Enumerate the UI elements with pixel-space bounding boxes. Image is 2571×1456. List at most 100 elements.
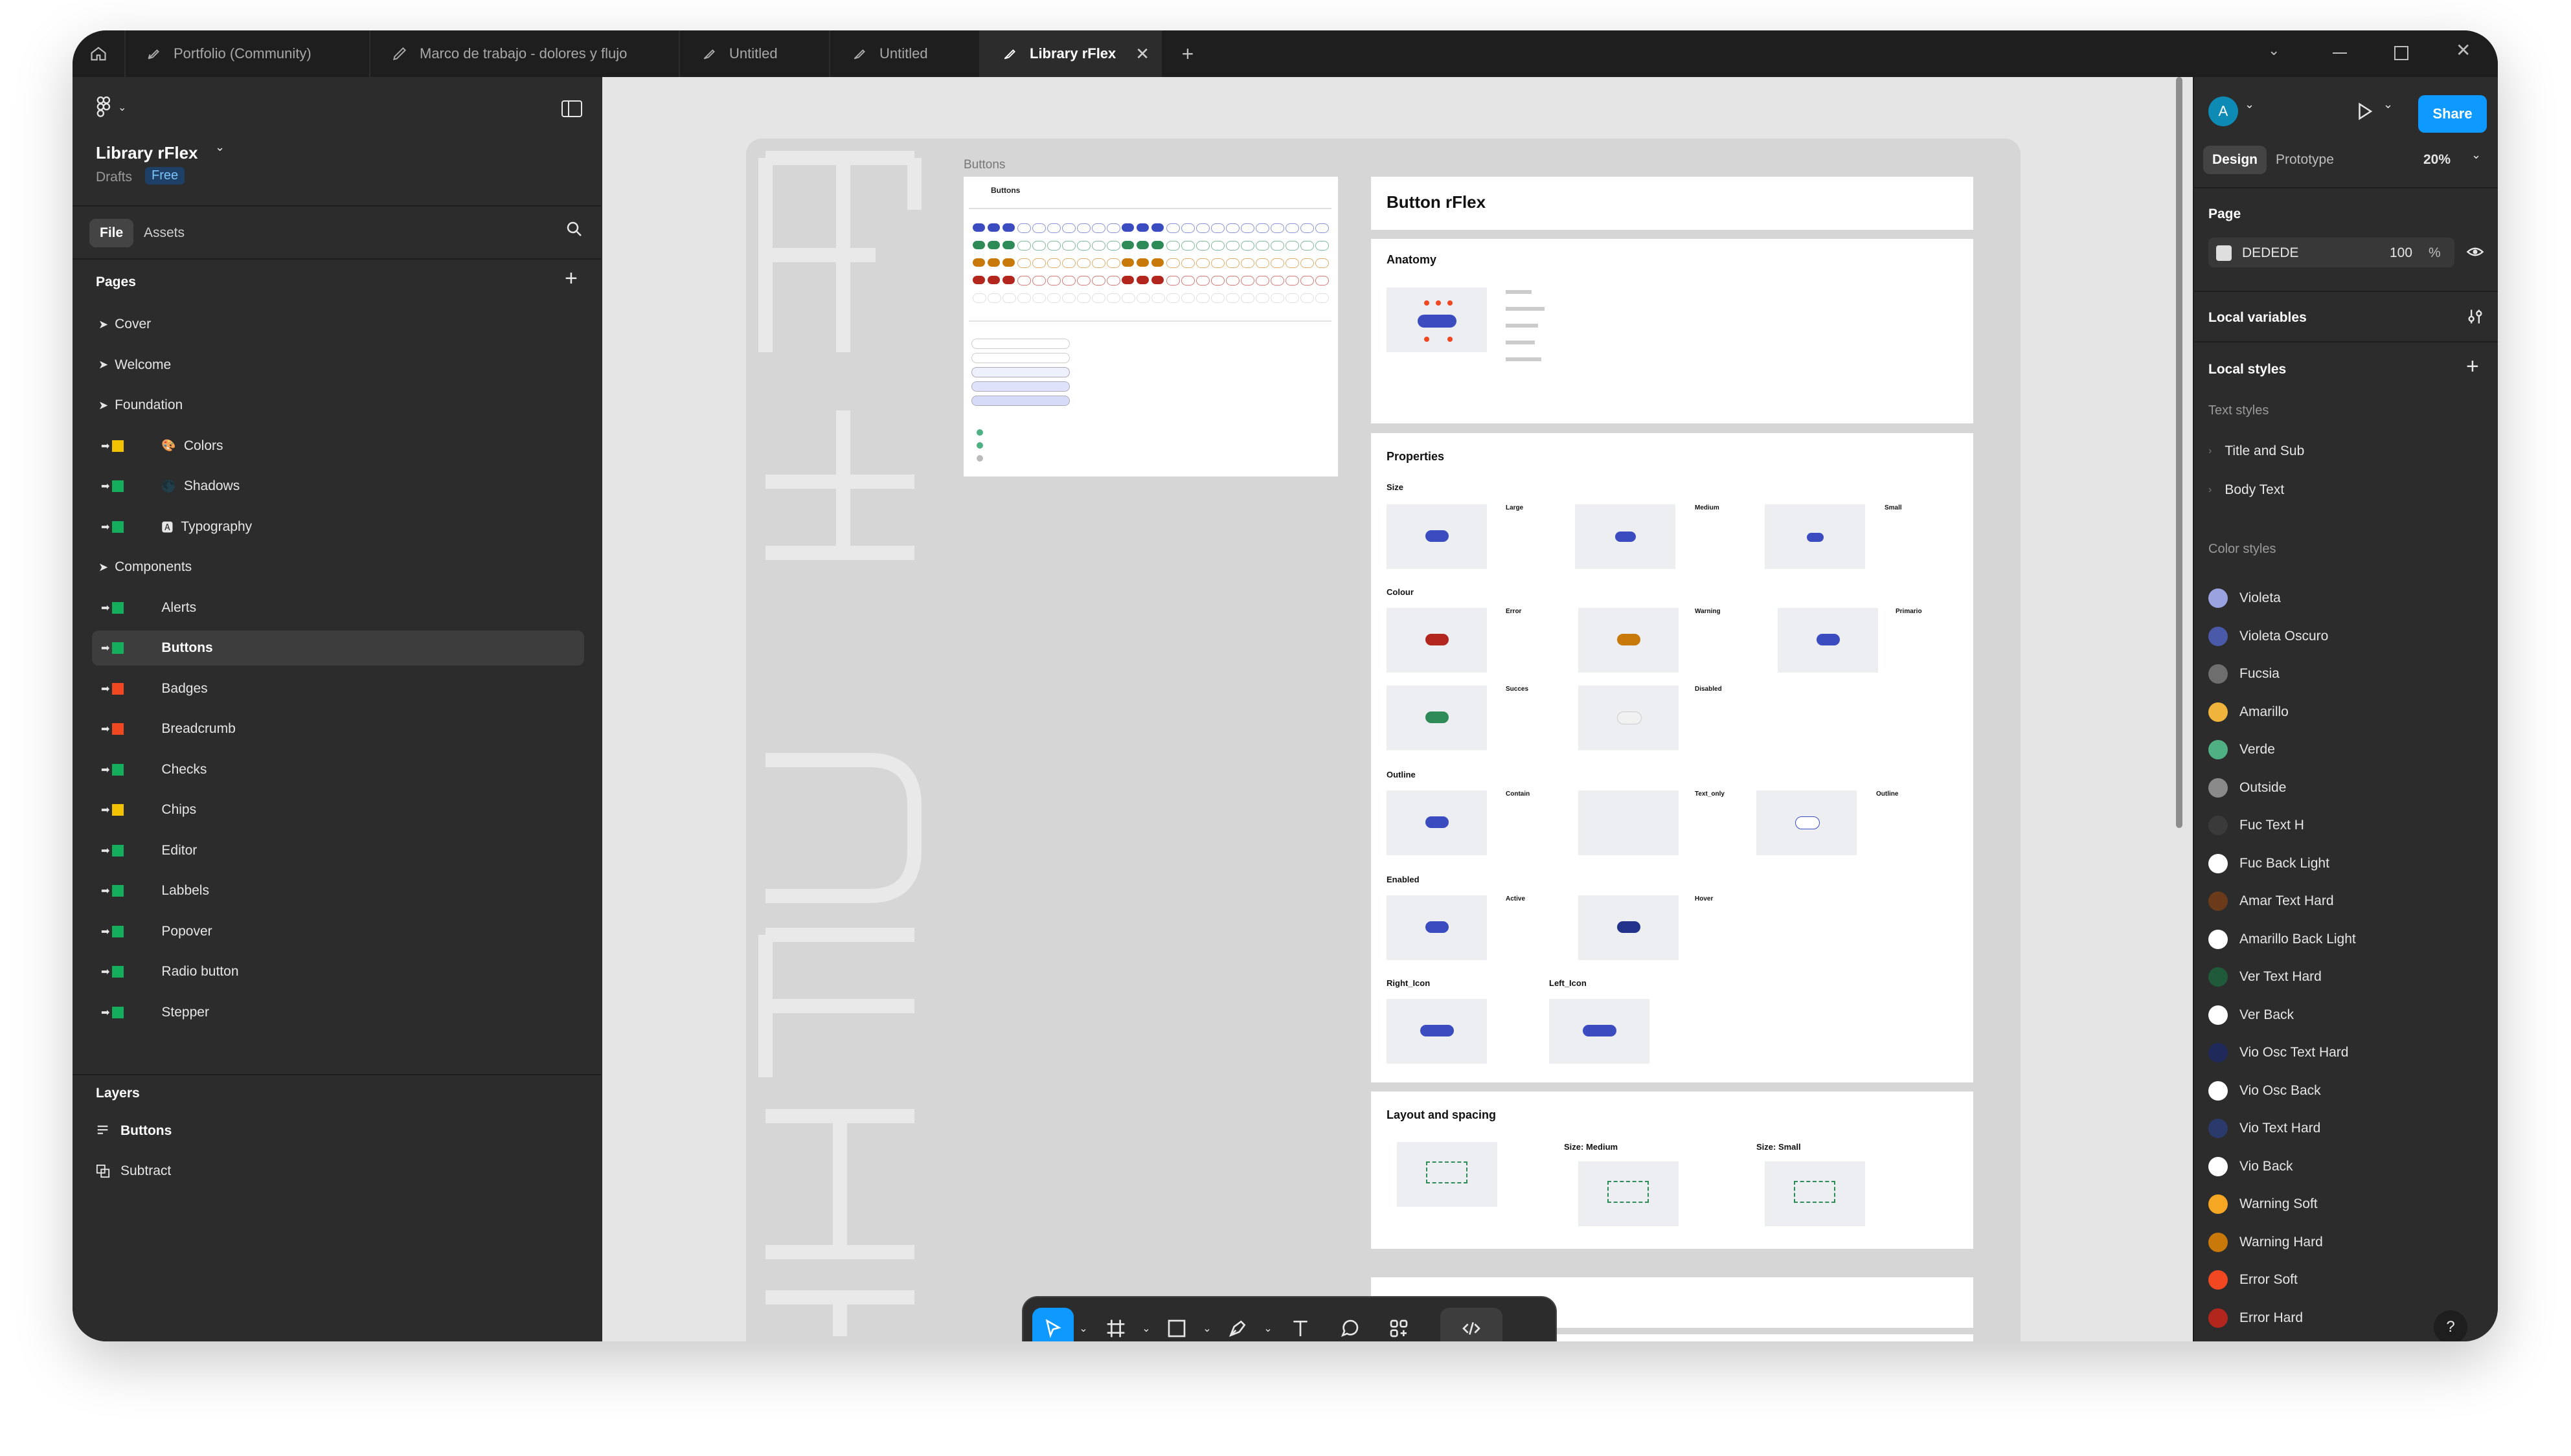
chevron-down-icon[interactable]: ⌄	[1138, 1308, 1154, 1341]
plan-badge[interactable]: Free	[145, 167, 185, 185]
color-style-item[interactable]: Vio Osc Back	[2208, 1076, 2321, 1106]
sidebar-item-chips[interactable]: ➡ Chips	[92, 792, 584, 827]
chevron-down-icon[interactable]: ⌄	[1260, 1308, 1276, 1341]
eye-icon[interactable]	[2465, 243, 2486, 264]
color-style-item[interactable]: Amarillo	[2208, 697, 2289, 727]
color-style-item[interactable]: Vio Osc Text Hard	[2208, 1038, 2348, 1068]
text-style-item[interactable]: › Title and Sub	[2208, 443, 2304, 459]
color-style-item[interactable]: Amarillo Back Light	[2208, 924, 2356, 954]
text-tool[interactable]	[1276, 1308, 1325, 1341]
tab-library-rflex[interactable]: Library rFlex ✕	[980, 30, 1162, 77]
chevron-down-icon[interactable]: ⌄	[2245, 98, 2254, 111]
close-tab-icon[interactable]: ✕	[1135, 44, 1150, 64]
sidebar-item-buttons[interactable]: ➡ Buttons	[92, 631, 584, 666]
tab-prototype[interactable]: Prototype	[2276, 152, 2334, 168]
color-style-item[interactable]: Warning Hard	[2208, 1227, 2323, 1257]
frame-tool[interactable]	[1093, 1308, 1138, 1341]
color-style-item[interactable]: Vio Back	[2208, 1152, 2293, 1182]
maximize-icon[interactable]	[2394, 46, 2408, 60]
new-tab-icon[interactable]: +	[1173, 39, 1202, 68]
share-button[interactable]: Share	[2418, 95, 2487, 133]
color-style-item[interactable]: Ver Back	[2208, 1000, 2294, 1030]
tab-portfolio[interactable]: Portfolio (Community)	[124, 30, 370, 77]
sidebar-item-popover[interactable]: ➡ Popover	[92, 914, 584, 949]
chevron-down-icon[interactable]: ⌄	[1199, 1308, 1215, 1341]
close-window-icon[interactable]: ✕	[2456, 39, 2471, 61]
sidebar-item-labbels[interactable]: ➡ Labbels	[92, 873, 584, 908]
tab-marco-de-trabajo[interactable]: Marco de trabajo - dolores y flujo	[370, 30, 680, 77]
variables-settings-icon[interactable]	[2466, 308, 2484, 329]
chevron-down-icon[interactable]: ⌄	[2268, 42, 2280, 59]
add-page-icon[interactable]: +	[565, 266, 578, 291]
color-style-item[interactable]: Error Soft	[2208, 1265, 2298, 1295]
sidebar-item-alerts[interactable]: ➡ Alerts	[92, 590, 584, 625]
color-style-item[interactable]: Violeta	[2208, 583, 2281, 613]
tab-assets[interactable]: Assets	[144, 225, 185, 241]
sidebar-item-checks[interactable]: ➡ Checks	[92, 752, 584, 787]
text-style-item[interactable]: › Body Text	[2208, 482, 2284, 498]
file-name[interactable]: Library rFlex	[96, 143, 198, 163]
tab-untitled-1[interactable]: Untitled	[680, 30, 830, 77]
chevron-down-icon[interactable]: ⌄	[2383, 98, 2393, 111]
canvas[interactable]: Buttons Buttons Button rFlex Anatomy Pro…	[602, 77, 2193, 1341]
sidebar-toggle-icon[interactable]	[561, 100, 582, 117]
sidebar-item-shadows[interactable]: ➡ 🌑 Shadows	[92, 469, 584, 504]
color-style-item[interactable]: Outside	[2208, 773, 2286, 803]
tab-untitled-2[interactable]: Untitled	[830, 30, 980, 77]
layer-row[interactable]: Buttons	[96, 1123, 172, 1139]
canvas-scrollbar[interactable]	[2176, 77, 2182, 828]
sidebar-item-colors[interactable]: ➡ 🎨 Colors	[92, 429, 584, 464]
properties-card[interactable]: Properties Size Large Medium Small Colou…	[1371, 433, 1973, 1082]
file-location[interactable]: Drafts	[96, 170, 132, 185]
title-card[interactable]: Button rFlex	[1371, 177, 1973, 230]
actions-tool[interactable]	[1374, 1308, 1423, 1341]
minimize-icon[interactable]	[2333, 52, 2347, 54]
sidebar-item-breadcrumb[interactable]: ➡ Breadcrumb	[92, 711, 584, 746]
sidebar-item-editor[interactable]: ➡ Editor	[92, 833, 584, 868]
move-tool[interactable]	[1032, 1308, 1074, 1341]
chevron-down-icon[interactable]: ⌄	[2471, 148, 2481, 162]
sidebar-item-components[interactable]: ➤ Components	[92, 550, 584, 585]
chevron-down-icon[interactable]: ⌄	[1074, 1308, 1093, 1341]
sidebar-item-welcome[interactable]: ➤ Welcome	[92, 348, 584, 383]
sidebar-item-foundation[interactable]: ➤ Foundation	[92, 388, 584, 423]
avatar[interactable]: A	[2208, 96, 2238, 126]
zoom-level[interactable]: 20%	[2423, 152, 2451, 168]
color-style-item[interactable]: Ver Text Hard	[2208, 962, 2322, 992]
color-style-item[interactable]: Verde	[2208, 735, 2275, 765]
color-style-item[interactable]: Violeta Oscuro	[2208, 622, 2328, 651]
chevron-down-icon[interactable]: ⌄	[215, 140, 225, 154]
sidebar-item-stepper[interactable]: ➡ Stepper	[92, 995, 584, 1030]
sidebar-item-cover[interactable]: ➤ Cover	[92, 307, 584, 342]
dev-mode-toggle[interactable]	[1440, 1308, 1502, 1341]
play-icon[interactable]	[2355, 100, 2374, 126]
page-opacity[interactable]: 100	[2390, 245, 2412, 261]
page-color-field[interactable]: DEDEDE 100 %	[2208, 238, 2454, 267]
search-icon[interactable]	[565, 219, 584, 242]
figma-menu-icon[interactable]: ⌄	[96, 96, 126, 118]
anatomy-card[interactable]: Anatomy	[1371, 239, 1973, 423]
page-color-hex[interactable]: DEDEDE	[2242, 245, 2299, 261]
layout-card[interactable]: Layout and spacing Size: Medium Size: Sm…	[1371, 1092, 1973, 1249]
color-style-item[interactable]: Amar Text Hard	[2208, 886, 2334, 916]
color-style-item[interactable]: Warning Soft	[2208, 1189, 2318, 1219]
sidebar-item-badges[interactable]: ➡ Badges	[92, 671, 584, 706]
layer-row[interactable]: Subtract	[96, 1163, 171, 1179]
sidebar-item-typography[interactable]: ➡ 🅰 Typography	[92, 510, 584, 544]
shape-tool[interactable]	[1154, 1308, 1199, 1341]
color-swatch[interactable]	[2216, 245, 2232, 261]
add-style-icon[interactable]: +	[2466, 354, 2479, 379]
sidebar-item-radio-button[interactable]: ➡ Radio button	[92, 954, 584, 989]
frame-label[interactable]: Buttons	[964, 158, 1005, 172]
home-icon[interactable]	[73, 30, 126, 77]
buttons-frame[interactable]: Buttons	[964, 177, 1338, 476]
pen-tool[interactable]	[1215, 1308, 1260, 1341]
help-button[interactable]: ?	[2434, 1310, 2467, 1341]
color-style-item[interactable]: Vio Text Hard	[2208, 1114, 2320, 1143]
tab-file[interactable]: File	[89, 219, 134, 247]
comment-tool[interactable]	[1325, 1308, 1374, 1341]
local-variables[interactable]: Local variables	[2208, 310, 2307, 326]
color-style-item[interactable]: Error Hard	[2208, 1303, 2303, 1333]
color-style-item[interactable]: Fucsia	[2208, 659, 2280, 689]
color-style-item[interactable]: Fuc Back Light	[2208, 849, 2329, 879]
